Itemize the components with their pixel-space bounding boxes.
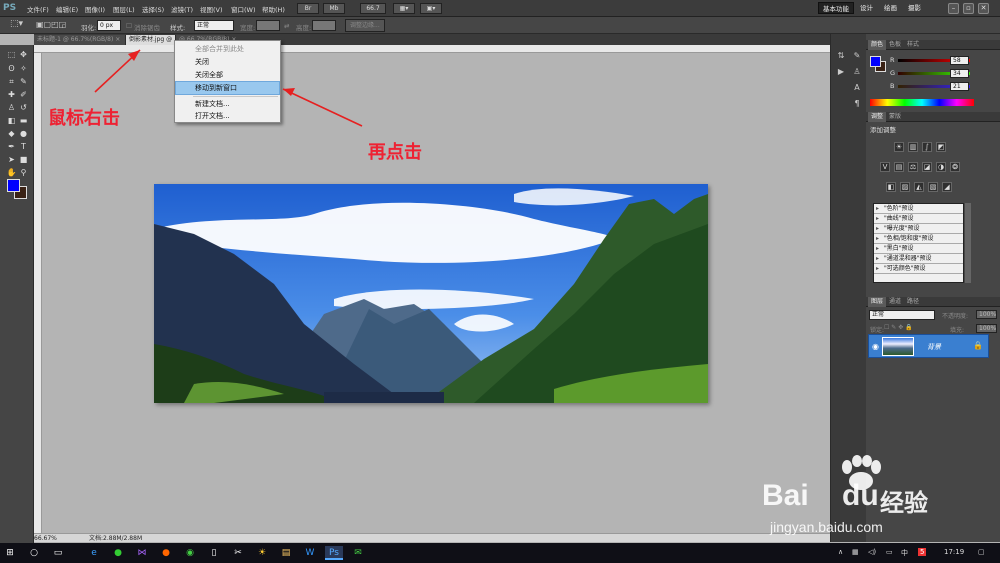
b-label: B	[890, 82, 895, 90]
edge-icon[interactable]: e	[87, 546, 101, 560]
r-value[interactable]: 58	[950, 56, 969, 65]
history-panel-icon[interactable]: ⇅	[835, 50, 847, 61]
hue-saturation-icon[interactable]: ▤	[894, 162, 904, 172]
brush-panel-icon[interactable]: ✎	[851, 50, 863, 61]
black-white-icon[interactable]: ◪	[922, 162, 932, 172]
preset-exposure[interactable]: "曝光度"预设	[874, 224, 963, 234]
preset-black-white[interactable]: "黑白"预设	[874, 244, 963, 254]
tab-swatches[interactable]: 色板	[886, 40, 904, 50]
notification-badge[interactable]: 5	[918, 548, 927, 556]
tab-adjustments[interactable]: 调整	[868, 112, 887, 122]
tab-styles[interactable]: 样式	[904, 40, 922, 50]
layer-name[interactable]: 背景	[927, 342, 941, 352]
opacity-label: 不透明度:	[942, 313, 969, 320]
word-icon[interactable]: W	[303, 546, 317, 560]
channel-mixer-icon[interactable]: ❂	[950, 162, 960, 172]
posterize-icon[interactable]: ▨	[900, 182, 910, 192]
network-icon[interactable]: ▦	[852, 548, 859, 556]
fill-label: 填充:	[950, 327, 965, 334]
actions-panel-icon[interactable]: ▶	[835, 66, 847, 77]
blend-mode-select[interactable]: 正常	[869, 310, 935, 320]
g-label: G	[890, 69, 896, 77]
layer-row-background[interactable]: ◉ 背景 🔒	[868, 334, 989, 358]
wechat-icon[interactable]: ✉	[351, 546, 365, 560]
preset-selective-color[interactable]: "可选颜色"预设	[874, 264, 963, 274]
battery-icon[interactable]: ▭	[886, 548, 893, 556]
tray-chevron-icon[interactable]: ∧	[838, 548, 843, 556]
invert-icon[interactable]: ◧	[886, 182, 896, 192]
tab-paths[interactable]: 路径	[904, 297, 922, 307]
exposure-icon[interactable]: ◩	[936, 142, 946, 152]
windows-taskbar: ⊞ ○ ▭ e ● ⋈ ● ◉ ▯ ✂ ☀ ▤ W Ps ✉ ∧ ▦ ◁) ▭ …	[0, 543, 1000, 563]
character-panel-icon[interactable]: A	[851, 82, 863, 93]
watermark-jingyan: 经验	[880, 489, 928, 517]
watermark-url: jingyan.baidu.com	[770, 519, 883, 535]
color-fg-swatch[interactable]	[870, 56, 881, 67]
clock-time[interactable]: 17:19	[944, 548, 964, 556]
ime-lang[interactable]: 中	[901, 548, 908, 558]
adjustments-title: 添加调整	[870, 126, 896, 134]
baidu-watermark: Bai du 经验 jingyan.baidu.com	[740, 455, 950, 545]
document-icon[interactable]: ▯	[207, 546, 221, 560]
preset-hue-saturation[interactable]: "色相/饱和度"预设	[874, 234, 963, 244]
lock-label: 锁定:	[870, 327, 885, 334]
annotation-then-click: 再点击	[368, 142, 422, 163]
preset-levels[interactable]: "色阶"预设	[874, 204, 963, 214]
adjustments-panel-header: 调整 蒙版	[866, 112, 1000, 122]
selective-color-icon[interactable]: ◢	[942, 182, 952, 192]
threshold-icon[interactable]: ◭	[914, 182, 924, 192]
curves-icon[interactable]: ∫	[922, 142, 932, 152]
brightness-icon[interactable]: ☀	[894, 142, 904, 152]
color-balance-icon[interactable]: ⚖	[908, 162, 918, 172]
tab-layers[interactable]: 图层	[868, 297, 887, 307]
file-explorer-icon[interactable]: ▤	[279, 546, 293, 560]
volume-icon[interactable]: ◁)	[868, 548, 876, 556]
g-value[interactable]: 34	[950, 69, 969, 78]
photoshop-taskbar-icon[interactable]: Ps	[325, 546, 343, 560]
app-green-icon[interactable]: ●	[111, 546, 125, 560]
levels-icon[interactable]: ▥	[908, 142, 918, 152]
color-spectrum[interactable]	[870, 99, 974, 106]
color-panel-header: 颜色 色板 样式	[866, 40, 1000, 50]
layer-thumbnail	[882, 337, 914, 356]
clone-source-icon[interactable]: ♙	[851, 66, 863, 77]
firefox-icon[interactable]: ●	[159, 546, 173, 560]
adjustment-presets-list: "色阶"预设 "曲线"预设 "曝光度"预设 "色相/饱和度"预设 "黑白"预设 …	[873, 203, 964, 283]
tab-color[interactable]: 颜色	[868, 40, 887, 50]
foreground-color-swatch[interactable]	[7, 179, 20, 192]
lock-icons[interactable]: ☐ ✎ ✥ 🔒	[884, 324, 913, 331]
windows-start-icon[interactable]: ⊞	[3, 546, 17, 560]
presets-scrollbar[interactable]	[965, 203, 971, 283]
search-icon[interactable]: ○	[27, 546, 41, 560]
tab-masks[interactable]: 蒙版	[886, 112, 904, 122]
task-view-icon[interactable]: ▭	[51, 546, 65, 560]
b-value[interactable]: 21	[950, 82, 969, 91]
preset-channel-mixer[interactable]: "通道混和器"预设	[874, 254, 963, 264]
annotation-right-click: 鼠标右击	[48, 108, 120, 129]
tab-channels[interactable]: 通道	[886, 297, 904, 307]
r-label: R	[890, 56, 895, 64]
action-center-icon[interactable]: ▢	[978, 548, 985, 556]
lock-icon: 🔒	[973, 341, 983, 350]
layers-panel-header: 图层 通道 路径	[866, 297, 1000, 307]
opacity-input[interactable]: 100%	[976, 310, 997, 319]
watermark-bai: Bai	[762, 479, 809, 512]
vibrance-icon[interactable]: V	[880, 162, 890, 172]
chrome-icon[interactable]: ◉	[183, 546, 197, 560]
browser-icon[interactable]: ☀	[255, 546, 269, 560]
preset-curves[interactable]: "曲线"预设	[874, 214, 963, 224]
eye-icon[interactable]: ◉	[872, 342, 879, 351]
watermark-du: du	[842, 479, 879, 512]
snipping-icon[interactable]: ✂	[231, 546, 245, 560]
visual-studio-icon[interactable]: ⋈	[135, 546, 149, 560]
gradient-map-icon[interactable]: ▧	[928, 182, 938, 192]
paragraph-panel-icon[interactable]: ¶	[851, 98, 863, 109]
photo-filter-icon[interactable]: ◑	[936, 162, 946, 172]
fill-input[interactable]: 100%	[976, 324, 997, 333]
